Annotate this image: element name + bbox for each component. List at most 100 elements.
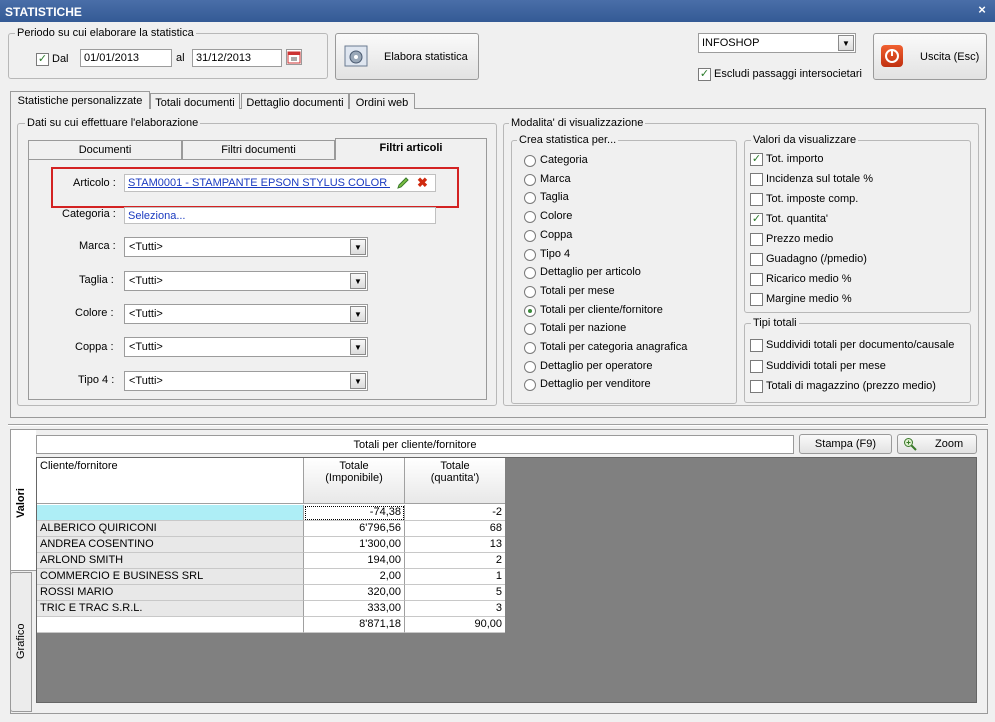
table-row[interactable]: ANDREA COSENTINO 1'300,00 13 [37,537,505,553]
table-row[interactable]: 8'871,18 90,00 [37,617,505,633]
uscita-button[interactable]: Uscita (Esc) [873,33,987,80]
crea-radio[interactable] [524,229,536,242]
chevron-down-icon[interactable]: ▼ [350,339,366,355]
tab-totali-documenti[interactable]: Totali documenti [150,93,240,109]
elabora-statistica-button[interactable]: Elabora statistica [335,33,479,80]
side-tab-valori[interactable]: Valori [10,429,36,571]
valori-option-label: Margine medio % [766,293,852,305]
date-from-input[interactable]: 01/01/2013 [80,49,172,67]
table-row[interactable]: -74,38 -2 [37,505,505,521]
chevron-down-icon[interactable]: ▼ [350,273,366,289]
shop-select[interactable]: INFOSHOP ▼ [698,33,856,53]
close-icon[interactable]: × [975,3,989,17]
calendar-icon[interactable] [286,49,302,65]
valori-checkbox[interactable] [750,273,763,286]
crea-option-label: Totali per cliente/fornitore [540,303,663,316]
stampa-button[interactable]: Stampa (F9) [799,434,892,454]
side-tab-grafico[interactable]: Grafico [10,572,32,712]
tab-dettaglio-documenti[interactable]: Dettaglio documenti [241,93,349,109]
crea-option-label: Dettaglio per venditore [540,378,651,391]
valori-option-label: Tot. quantita' [766,213,829,225]
tipi-option-label: Suddividi totali per documento/causale [766,339,955,351]
crea-radio[interactable] [524,342,536,354]
crea-option-label: Dettaglio per operatore [540,359,653,372]
valori-option-label: Tot. importo [766,153,824,165]
cell-cliente: COMMERCIO E BUSINESS SRL [37,569,304,585]
valori-checkbox[interactable] [750,233,763,246]
cell-cliente: TRIC E TRAC S.R.L. [37,601,304,617]
valori-checkbox[interactable]: ✓ [750,153,763,166]
articolo-field[interactable]: STAM0001 - STAMPANTE EPSON STYLUS COLOR … [124,174,436,192]
tipo4-select[interactable]: <Tutti> ▼ [124,371,368,391]
cell-imponibile: 1'300,00 [304,537,405,553]
dal-checkbox[interactable]: ✓ [36,53,49,66]
column-header-quantita[interactable]: Totale (quantita') [405,458,505,504]
table-row[interactable]: COMMERCIO E BUSINESS SRL 2,00 1 [37,569,505,585]
dal-label: Dal [52,53,69,65]
crea-radio[interactable] [524,248,536,261]
filter-label: Colore : [75,307,114,319]
chevron-down-icon[interactable]: ▼ [350,239,366,255]
column-header-imponibile[interactable]: Totale (Imponibile) [304,458,405,504]
cell-cliente: ARLOND SMITH [37,553,304,569]
valori-option-label: Ricarico medio % [766,273,852,285]
categoria-field[interactable]: Seleziona... [124,207,436,224]
results-grid[interactable]: Cliente/fornitore Totale (Imponibile) To… [36,457,977,703]
colore-value: <Tutti> [129,308,163,320]
tab-ordini-web[interactable]: Ordini web [349,93,415,109]
valori-checkbox[interactable] [750,293,763,306]
marca-select[interactable]: <Tutti> ▼ [124,237,368,257]
chevron-down-icon[interactable]: ▼ [350,373,366,389]
tipi-checkbox[interactable] [750,380,763,393]
crea-radio[interactable] [524,211,536,224]
tab-filtri-articoli[interactable]: Filtri articoli [335,138,487,160]
chevron-down-icon[interactable]: ▼ [350,306,366,322]
crea-radio[interactable] [524,155,536,167]
tipi-legend: Tipi totali [751,317,799,329]
escludi-checkbox[interactable]: ✓ [698,68,711,81]
table-row[interactable]: ARLOND SMITH 194,00 2 [37,553,505,569]
cell-quantita: 1 [405,569,505,585]
tipi-checkbox[interactable] [750,359,763,373]
cell-cliente [37,617,304,633]
crea-option-label: Totali per mese [540,284,615,297]
cell-quantita: 90,00 [405,617,505,633]
column-header-cliente[interactable]: Cliente/fornitore [37,458,304,504]
valori-option-label: Guadagno (/pmedio) [766,253,867,265]
cell-imponibile: 2,00 [304,569,405,585]
zoom-label: Zoom [935,438,964,450]
pencil-icon[interactable] [396,176,410,193]
colore-select[interactable]: <Tutti> ▼ [124,304,368,324]
crea-radio[interactable] [524,285,536,298]
crea-option-label: Marca [540,172,571,185]
articolo-label: Articolo : [73,177,116,189]
delete-icon[interactable]: ✖ [417,176,428,190]
tab-statistiche-personalizzate[interactable]: Statistiche personalizzate [10,91,150,109]
crea-radio[interactable] [524,360,536,373]
tab-filtri-documenti[interactable]: Filtri documenti [182,140,335,159]
taglia-select[interactable]: <Tutti> ▼ [124,271,368,291]
separator [8,424,988,426]
table-row[interactable]: ROSSI MARIO 320,00 5 [37,585,505,601]
valori-checkbox[interactable]: ✓ [750,213,763,226]
coppa-select[interactable]: <Tutti> ▼ [124,337,368,357]
results-title: Totali per cliente/fornitore [36,435,794,454]
tab-documenti[interactable]: Documenti [28,140,182,159]
table-row[interactable]: ALBERICO QUIRICONI 6'796,56 68 [37,521,505,537]
valori-checkbox[interactable] [750,253,763,266]
crea-radio[interactable] [524,173,536,186]
tipi-checkbox[interactable] [750,339,763,352]
articolo-value[interactable]: STAM0001 - STAMPANTE EPSON STYLUS COLOR … [128,177,390,189]
chevron-down-icon[interactable]: ▼ [838,35,854,51]
valori-checkbox[interactable] [750,193,763,206]
crea-radio[interactable] [524,304,536,317]
shop-value: INFOSHOP [702,37,760,49]
date-to-input[interactable]: 31/12/2013 [192,49,282,67]
zoom-button[interactable]: Zoom [897,434,977,454]
cell-cliente: ROSSI MARIO [37,585,304,601]
power-icon [881,45,903,67]
cell-imponibile: 6'796,56 [304,521,405,537]
dati-legend: Dati su cui effettuare l'elaborazione [25,117,201,129]
valori-checkbox[interactable] [750,173,763,186]
table-row[interactable]: TRIC E TRAC S.R.L. 333,00 3 [37,601,505,617]
